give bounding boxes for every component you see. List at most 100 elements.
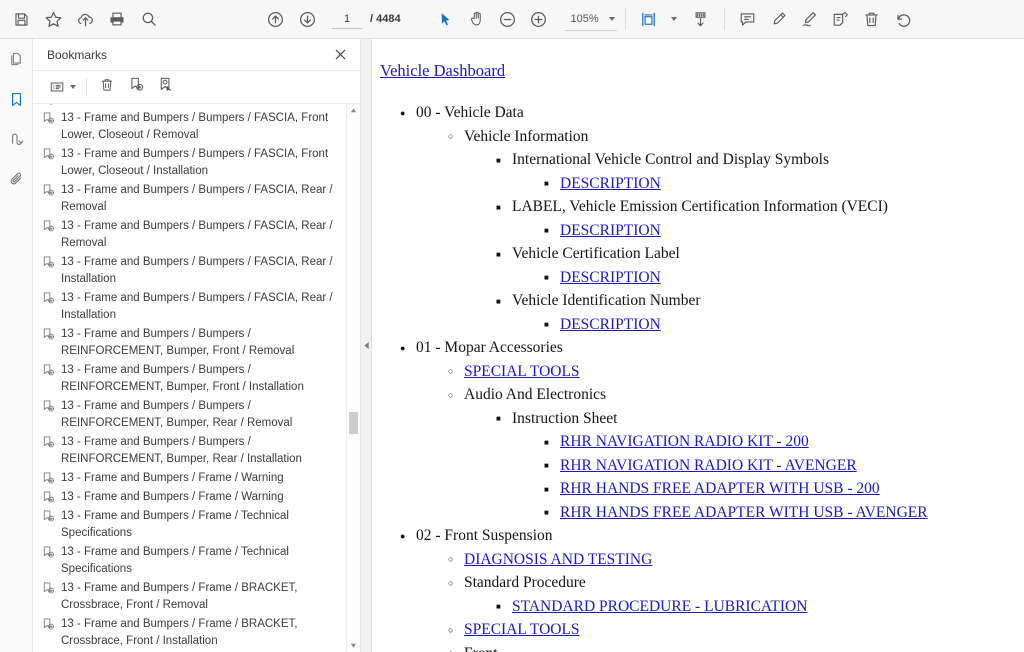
outline-label: Audio And Electronics <box>464 386 607 403</box>
find-bookmark-button[interactable] <box>153 75 177 99</box>
list-bullet-icon <box>448 125 453 149</box>
bookmark-item[interactable]: 13 - Frame and Bumpers / Bumpers / FASCI… <box>41 109 343 145</box>
highlight-pen-icon[interactable] <box>764 4 794 34</box>
bookmark-item-label: 13 - Frame and Bumpers / Bumpers / FASCI… <box>61 256 333 285</box>
page-scroll-icon[interactable] <box>686 4 716 34</box>
outline-link[interactable]: DESCRIPTION <box>560 175 661 192</box>
outline-item: FrontWARNING <box>464 642 1024 652</box>
list-bullet-icon <box>448 360 453 384</box>
outline-link[interactable]: RHR NAVIGATION RADIO KIT - 200 <box>560 433 809 450</box>
list-bullet-icon <box>400 101 405 125</box>
zoom-level-select[interactable]: 105% <box>564 8 617 31</box>
list-bullet-icon <box>496 407 501 431</box>
outline-link[interactable]: DESCRIPTION <box>560 269 661 286</box>
outline-link[interactable]: SPECIAL TOOLS <box>464 363 580 380</box>
outline-link[interactable]: RHR HANDS FREE ADAPTER WITH USB - 200 <box>560 480 880 497</box>
stamp-icon[interactable] <box>826 4 856 34</box>
bookmark-item[interactable]: 13 - Frame and Bumpers / Frame / BRACKET… <box>41 615 343 651</box>
toolbar-tools-group: 105% <box>431 4 918 34</box>
zoom-out-icon[interactable] <box>493 4 523 34</box>
delete-bookmark-button[interactable] <box>95 75 119 99</box>
outline-label: Vehicle Identification Number <box>512 292 701 309</box>
panel-splitter[interactable] <box>361 39 372 652</box>
cloud-upload-icon[interactable] <box>70 4 100 34</box>
close-icon[interactable] <box>330 45 350 65</box>
bookmark-options-button[interactable] <box>45 75 78 99</box>
undo-icon[interactable] <box>888 4 918 34</box>
outline-level-4: DESCRIPTION <box>512 313 1024 337</box>
bookmark-item[interactable]: 13 - Frame and Bumpers / Bumpers / REINF… <box>41 361 343 397</box>
bookmark-item-icon <box>41 490 57 506</box>
outline-link[interactable]: STANDARD PROCEDURE - LUBRICATION <box>512 598 807 615</box>
sidebar-item-thumbnails[interactable] <box>3 49 29 75</box>
page-number-input[interactable] <box>332 9 362 29</box>
trash-icon[interactable] <box>857 4 887 34</box>
arrow-up-circle-icon[interactable] <box>260 4 290 34</box>
outline-item: SPECIAL TOOLS <box>464 360 1024 384</box>
bookmarks-panel: Bookmarks 13 - Frame and Bumpers / Bumpe… <box>33 39 361 652</box>
sidebar-item-attachments[interactable] <box>3 169 29 195</box>
bookmarks-scrollbar[interactable] <box>346 104 360 652</box>
bookmark-item[interactable]: 13 - Frame and Bumpers / Frame / Warning <box>41 488 343 507</box>
bookmark-item[interactable]: 13 - Frame and Bumpers / Frame / Technic… <box>41 507 343 543</box>
scrollbar-thumb[interactable] <box>349 412 358 434</box>
outline-level-2: Vehicle Information International Vehicle… <box>416 125 1024 337</box>
document-viewport[interactable]: Vehicle Dashboard 00 - Vehicle Data Vehic… <box>372 39 1024 652</box>
list-bullet-icon <box>544 313 549 337</box>
collapse-panel-button[interactable] <box>361 328 371 363</box>
outline-level-3: Instruction Sheet RHR NAVIGATION RADIO KI… <box>464 407 1024 525</box>
bookmark-item-icon <box>41 435 57 451</box>
select-cursor-icon[interactable] <box>431 4 461 34</box>
bookmarks-scroll-content: Front / Installation 13 - Frame and Bump… <box>33 104 347 652</box>
bookmark-item[interactable]: 13 - Frame and Bumpers / Bumpers / REINF… <box>41 325 343 361</box>
outline-level-1: 00 - Vehicle Data Vehicle Information Inte… <box>380 101 1024 652</box>
document-outline: 00 - Vehicle Data Vehicle Information Inte… <box>380 101 1024 652</box>
toolbar-page-nav-group: / 4484 <box>260 4 401 34</box>
outline-link[interactable]: DESCRIPTION <box>560 222 661 239</box>
outline-item: DIAGNOSIS AND TESTING <box>464 548 1024 572</box>
bookmark-item[interactable]: 13 - Frame and Bumpers / Frame / Warning <box>41 469 343 488</box>
bookmark-item[interactable]: 13 - Frame and Bumpers / Bumpers / FASCI… <box>41 217 343 253</box>
print-icon[interactable] <box>102 4 132 34</box>
comment-icon[interactable] <box>733 4 763 34</box>
pan-hand-icon[interactable] <box>462 4 492 34</box>
outline-link[interactable]: DIAGNOSIS AND TESTING <box>464 551 652 568</box>
outline-label: 01 - Mopar Accessories <box>416 339 563 356</box>
bookmark-item-label: 13 - Frame and Bumpers / Frame / BRACKET… <box>61 582 298 611</box>
scroll-up-arrow-icon[interactable] <box>347 104 360 117</box>
zoom-in-icon[interactable] <box>524 4 554 34</box>
new-bookmark-button[interactable] <box>124 75 148 99</box>
page-total-label: / 4484 <box>370 13 401 25</box>
fit-page-icon[interactable] <box>634 4 664 34</box>
bookmark-item[interactable]: 13 - Frame and Bumpers / Frame / BRACKET… <box>41 579 343 615</box>
outline-link[interactable]: DESCRIPTION <box>560 316 661 333</box>
bookmark-item-label: 13 - Frame and Bumpers / Frame / Technic… <box>61 510 289 539</box>
outline-label: International Vehicle Control and Displa… <box>512 151 829 168</box>
fit-page-chevron-down-icon[interactable] <box>670 17 677 21</box>
bookmark-item[interactable]: 13 - Frame and Bumpers / Bumpers / REINF… <box>41 397 343 433</box>
sidebar-item-signatures[interactable] <box>3 129 29 155</box>
save-icon[interactable] <box>6 4 36 34</box>
star-icon[interactable] <box>38 4 68 34</box>
outline-level-4: DESCRIPTION <box>512 172 1024 196</box>
bookmark-item[interactable]: 13 - Frame and Bumpers / Bumpers / FASCI… <box>41 181 343 217</box>
bookmark-item[interactable]: 13 - Frame and Bumpers / Bumpers / FASCI… <box>41 145 343 181</box>
outline-link[interactable]: RHR HANDS FREE ADAPTER WITH USB - AVENGE… <box>560 504 928 521</box>
bookmark-item[interactable]: 13 - Frame and Bumpers / Frame / Technic… <box>41 543 343 579</box>
bookmark-item[interactable]: 13 - Frame and Bumpers / Bumpers / FASCI… <box>41 289 343 325</box>
sidebar-item-bookmarks[interactable] <box>3 89 29 115</box>
outline-link[interactable]: RHR NAVIGATION RADIO KIT - AVENGER <box>560 457 857 474</box>
bookmarks-list[interactable]: Front / Installation 13 - Frame and Bump… <box>33 104 360 652</box>
outline-link[interactable]: SPECIAL TOOLS <box>464 621 580 638</box>
bookmark-item[interactable]: 13 - Frame and Bumpers / Bumpers / REINF… <box>41 433 343 469</box>
signature-icon[interactable] <box>795 4 825 34</box>
search-icon[interactable] <box>134 4 164 34</box>
page-title[interactable]: Vehicle Dashboard <box>380 61 505 81</box>
scroll-down-arrow-icon[interactable] <box>347 639 360 652</box>
outline-item: STANDARD PROCEDURE - LUBRICATION <box>512 595 1024 619</box>
bookmark-item[interactable]: 13 - Frame and Bumpers / Bumpers / FASCI… <box>41 253 343 289</box>
list-bullet-icon <box>544 454 549 478</box>
outline-level-2: SPECIAL TOOLS Audio And Electronics Instru… <box>416 360 1024 525</box>
bookmark-item-icon <box>41 617 57 633</box>
arrow-down-circle-icon[interactable] <box>292 4 322 34</box>
